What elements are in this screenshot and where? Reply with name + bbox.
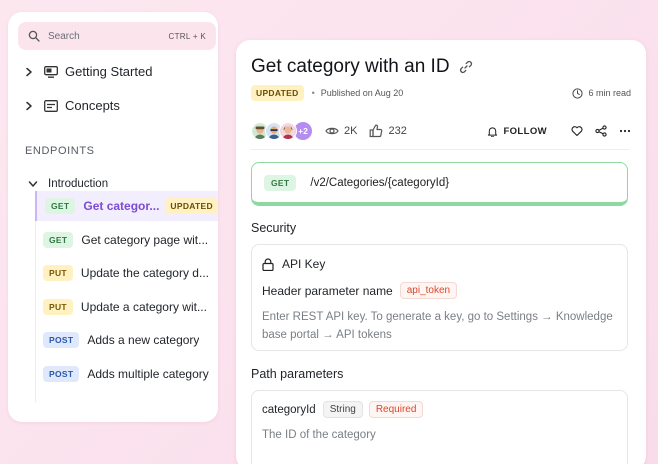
monitor-icon bbox=[44, 65, 58, 78]
sidebar-endpoint-update-a-category[interactable]: PUT Update a category wit... bbox=[35, 292, 218, 322]
security-description: Enter REST API key. To generate a key, g… bbox=[262, 311, 613, 341]
endpoint-label: Get category page wit... bbox=[81, 233, 209, 247]
endpoint-path: /v2/Categories/{categoryId} bbox=[310, 176, 450, 189]
search-icon bbox=[28, 30, 40, 42]
title-row: Get category with an ID bbox=[251, 56, 473, 78]
chevron-down-icon bbox=[28, 181, 38, 187]
updated-badge: UPDATED bbox=[165, 198, 218, 214]
endpoint-label: Adds multiple category bbox=[87, 367, 209, 381]
thumbs-up-icon bbox=[370, 124, 383, 138]
avatar bbox=[279, 122, 297, 140]
sidebar-endpoint-update-category[interactable]: PUT Update the category d... bbox=[35, 258, 218, 288]
follow-label: FOLLOW bbox=[503, 125, 547, 137]
required-badge: Required bbox=[368, 401, 424, 418]
published-date: Published on Aug 20 bbox=[320, 88, 404, 98]
contributors-avatars[interactable]: +2 bbox=[251, 121, 313, 141]
sidebar-endpoint-get-category-page[interactable]: GET Get category page wit... bbox=[35, 225, 218, 255]
sidebar-endpoint-add-multiple-category[interactable]: POST Adds multiple category bbox=[35, 359, 218, 389]
section-title-endpoints: ENDPOINTS bbox=[25, 145, 95, 157]
search-shortcut: CTRL + K bbox=[168, 31, 206, 41]
chevron-right-icon bbox=[26, 67, 32, 76]
sidebar: Search CTRL + K Getting Started Concepts… bbox=[8, 12, 218, 422]
endpoint-url-box[interactable]: GET /v2/Categories/{categoryId} bbox=[251, 162, 628, 206]
eye-icon bbox=[325, 127, 339, 135]
read-time: 6 min read bbox=[588, 88, 631, 98]
link-icon[interactable] bbox=[459, 60, 473, 74]
views-value: 2K bbox=[344, 125, 358, 137]
sidebar-item-concepts[interactable]: Concepts bbox=[24, 98, 214, 113]
card-icon bbox=[44, 99, 58, 112]
header-param-label: Header parameter name bbox=[262, 283, 393, 298]
method-badge-get: GET bbox=[45, 198, 76, 214]
likes-button[interactable]: 232 bbox=[369, 124, 407, 138]
meta-separator: • bbox=[311, 88, 315, 98]
updated-badge: UPDATED bbox=[251, 85, 304, 101]
search-input[interactable]: Search CTRL + K bbox=[18, 22, 216, 50]
sidebar-item-getting-started[interactable]: Getting Started bbox=[24, 64, 214, 79]
article-stats: +2 2K 232 FOLLOW bbox=[251, 120, 631, 142]
path-parameters-panel: categoryId String Required The ID of the… bbox=[251, 390, 628, 464]
header-param-row: Header parameter name api_token bbox=[262, 282, 458, 299]
param-type: String bbox=[322, 401, 363, 418]
sidebar-endpoint-add-category[interactable]: POST Adds a new category bbox=[35, 325, 218, 355]
security-panel: API Key Header parameter name api_token … bbox=[251, 244, 628, 351]
param-row: categoryId String Required bbox=[262, 401, 424, 418]
views-count: 2K bbox=[325, 124, 357, 138]
bell-icon bbox=[488, 126, 498, 137]
lock-icon bbox=[262, 257, 274, 271]
security-heading: Security bbox=[251, 221, 297, 235]
share-icon[interactable] bbox=[595, 125, 607, 137]
more-options-icon[interactable] bbox=[619, 125, 631, 137]
method-badge-get: GET bbox=[264, 174, 297, 191]
method-badge-put: PUT bbox=[43, 265, 73, 281]
sidebar-item-label: Concepts bbox=[65, 98, 120, 113]
api-key-row: API Key bbox=[262, 257, 325, 271]
endpoint-label: Get categor... bbox=[83, 199, 160, 213]
search-placeholder: Search bbox=[48, 30, 80, 42]
group-label: Introduction bbox=[48, 178, 109, 190]
method-badge-get: GET bbox=[43, 232, 74, 248]
endpoint-label: Adds a new category bbox=[87, 333, 200, 347]
endpoint-label: Update a category wit... bbox=[80, 300, 207, 314]
method-badge-put: PUT bbox=[43, 299, 73, 315]
divider bbox=[251, 149, 629, 150]
method-badge-post: POST bbox=[43, 332, 80, 348]
header-param-value: api_token bbox=[399, 282, 458, 299]
auth-title: API Key bbox=[282, 257, 326, 271]
follow-button[interactable]: FOLLOW bbox=[487, 126, 547, 137]
sidebar-endpoint-get-category[interactable]: GET Get categor... UPDATED bbox=[35, 191, 218, 221]
heart-icon[interactable] bbox=[571, 125, 583, 137]
group-introduction[interactable]: Introduction bbox=[28, 178, 108, 190]
chevron-right-icon bbox=[26, 101, 32, 110]
likes-value: 232 bbox=[388, 125, 407, 137]
article-card: Get category with an ID UPDATED • Publis… bbox=[236, 40, 646, 464]
endpoint-label: Update the category d... bbox=[80, 266, 209, 280]
path-parameters-heading: Path parameters bbox=[251, 367, 344, 381]
sidebar-item-label: Getting Started bbox=[65, 64, 153, 79]
param-description: The ID of the category bbox=[262, 429, 376, 441]
param-name: categoryId bbox=[262, 403, 316, 416]
article-meta: UPDATED • Published on Aug 20 6 min read bbox=[251, 85, 631, 101]
clock-icon bbox=[572, 87, 584, 99]
method-badge-post: POST bbox=[43, 366, 80, 382]
page-title: Get category with an ID bbox=[251, 56, 450, 77]
